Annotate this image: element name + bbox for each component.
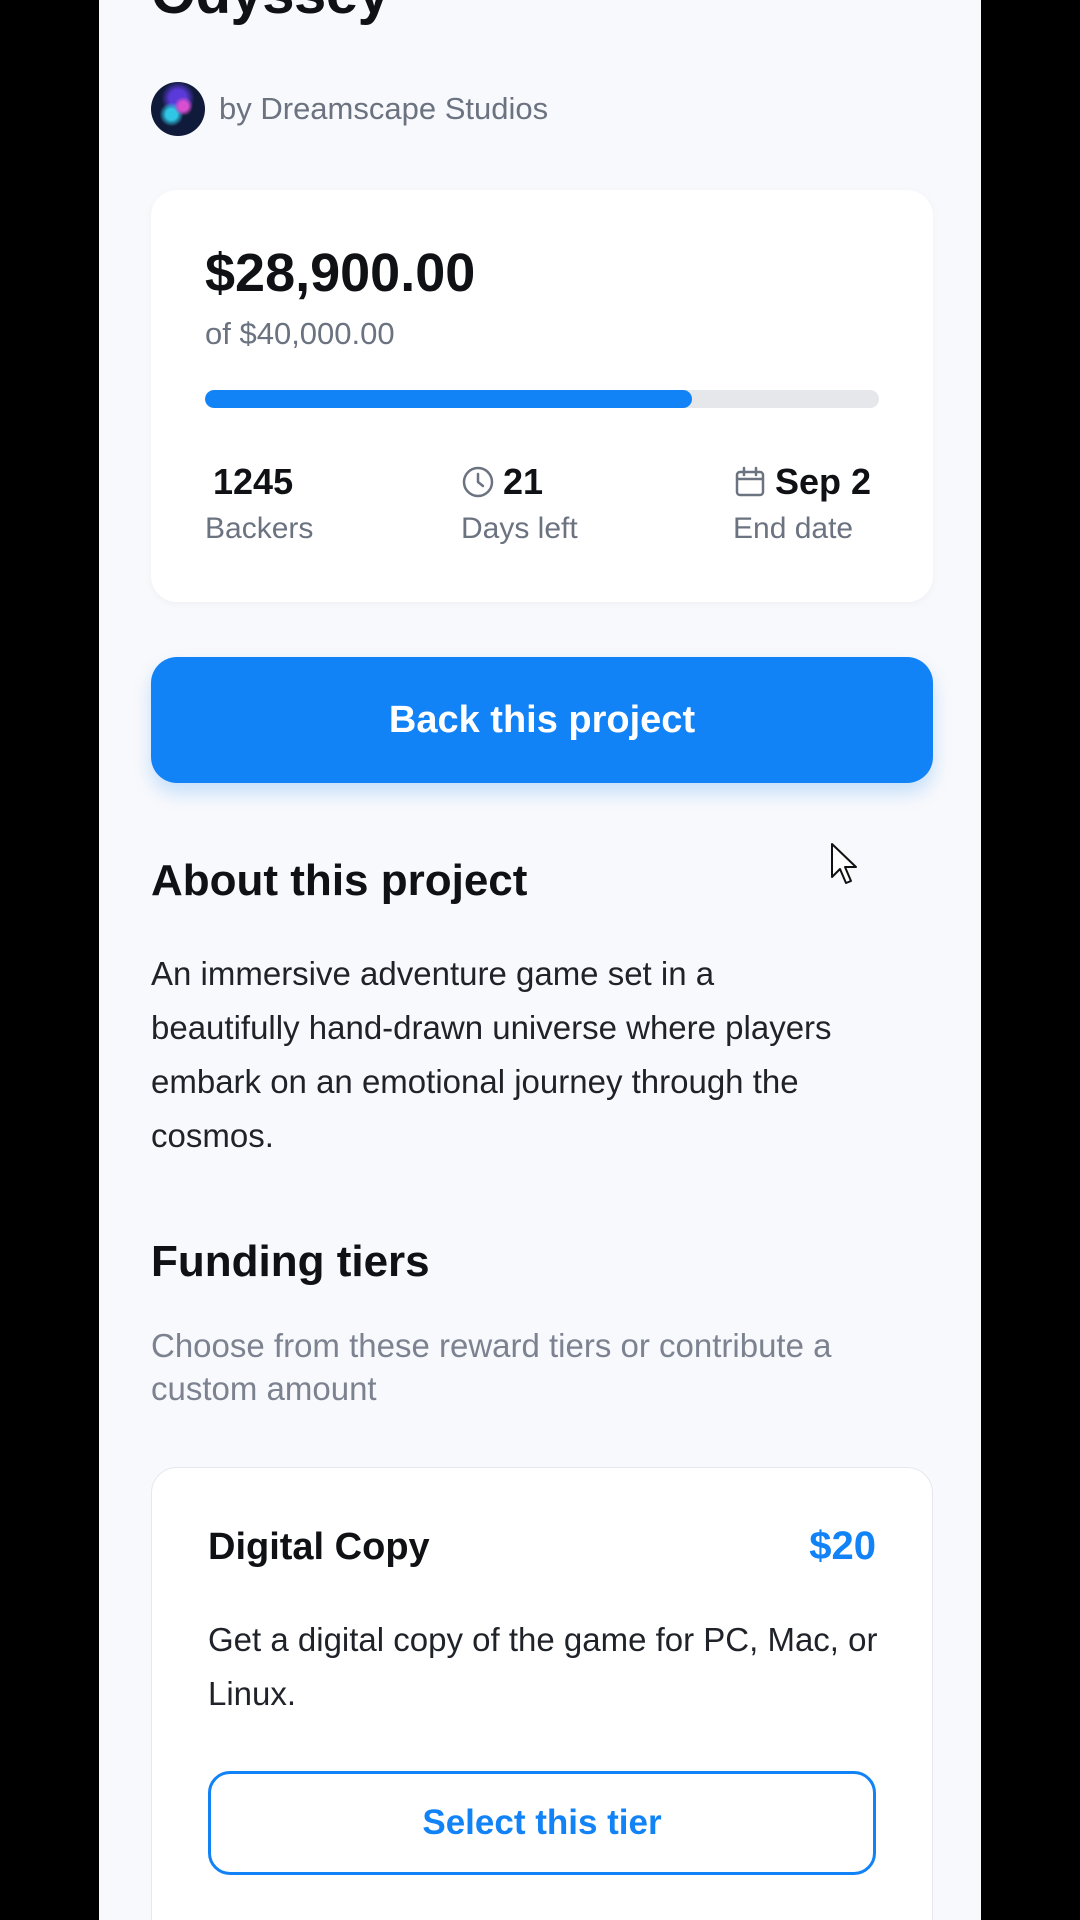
tier-description: Get a digital copy of the game for PC, M… [208,1621,878,1712]
goal-amount: of $40,000.00 [205,316,395,351]
creator-avatar[interactable] [151,82,205,136]
calendar-icon [733,465,767,499]
backers-label: Backers [205,512,314,545]
select-tier-button[interactable]: Select this tier [208,1771,876,1875]
project-title: Odyssey [151,0,390,34]
tier-card-digital-copy: Digital Copy $20 Get a digital copy of t… [151,1467,933,1920]
end-date-label: End date [733,512,854,545]
backers-stat: 1245 Backers [205,460,313,546]
funding-stats-card: $28,900.00 of $40,000.00 1245 Backers 21 [151,190,933,602]
funding-tiers-heading: Funding tiers [151,1237,430,1286]
about-heading: About this project [151,856,528,905]
days-left-count: 21 [503,461,544,502]
days-left-stat: 21 Days left [461,460,578,546]
clock-icon [461,465,495,499]
backers-count: 1245 [213,461,294,502]
funding-tiers-subtitle: Choose from these reward tiers or contri… [151,1327,832,1407]
creator-name[interactable]: by Dreamscape Studios [219,91,548,127]
end-date-stat: Sep 2 End date [733,460,871,546]
raised-amount: $28,900.00 [205,243,476,303]
funding-progress-fill [205,390,692,408]
creator-row[interactable]: by Dreamscape Studios [151,82,548,136]
mouse-pointer-icon [830,842,860,891]
funding-progress-bar [205,390,879,408]
back-project-button[interactable]: Back this project [151,657,933,783]
about-description: An immersive adventure game set in a bea… [151,955,832,1154]
tier-name: Digital Copy [208,1526,430,1568]
project-page: Odyssey by Dreamscape Studios $28,900.00… [99,0,981,1920]
tier-price: $20 [809,1524,876,1568]
end-date-value: Sep 2 [775,461,872,502]
days-left-label: Days left [461,512,578,545]
